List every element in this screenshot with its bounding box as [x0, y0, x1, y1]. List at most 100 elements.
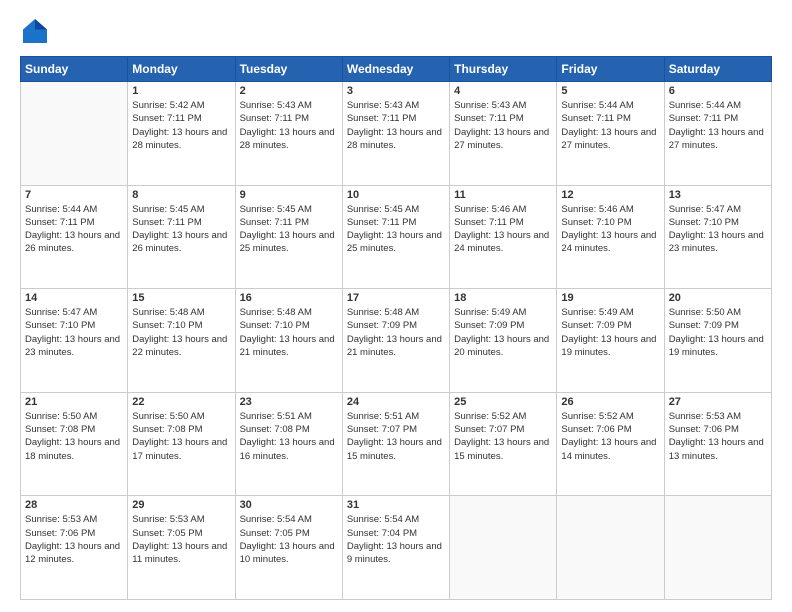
week-row-1: 1 Sunrise: 5:42 AM Sunset: 7:11 PM Daylight…: [21, 82, 772, 186]
calendar-cell: 5Sunrise: 5:44 AMSunset: 7:11 PMDaylight…: [557, 82, 664, 186]
sunset-text: Sunset: 7:08 PM: [25, 423, 123, 436]
weekday-header-row: SundayMondayTuesdayWednesdayThursdayFrid…: [21, 57, 772, 82]
daylight-text: Daylight: 13 hours and 25 minutes.: [240, 229, 338, 256]
sunrise-text: Sunrise: 5:51 AM: [347, 410, 445, 423]
day-number: 20: [669, 292, 767, 304]
calendar-cell: 12Sunrise: 5:46 AMSunset: 7:10 PMDayligh…: [557, 185, 664, 289]
weekday-header-monday: Monday: [128, 57, 235, 82]
sunset-text: Sunset: 7:09 PM: [669, 319, 767, 332]
sunrise-text: Sunrise: 5:42 AM: [132, 99, 230, 112]
sunrise-text: Sunrise: 5:47 AM: [669, 203, 767, 216]
sunrise-text: Sunrise: 5:43 AM: [347, 99, 445, 112]
sunrise-text: Sunrise: 5:50 AM: [25, 410, 123, 423]
calendar-cell: 10Sunrise: 5:45 AMSunset: 7:11 PMDayligh…: [342, 185, 449, 289]
sunset-text: Sunset: 7:05 PM: [132, 527, 230, 540]
sunset-text: Sunset: 7:11 PM: [240, 216, 338, 229]
sunrise-text: Sunrise: 5:44 AM: [25, 203, 123, 216]
calendar-cell: [557, 496, 664, 600]
sunrise-text: Sunrise: 5:49 AM: [561, 306, 659, 319]
sunrise-text: Sunrise: 5:45 AM: [240, 203, 338, 216]
daylight-text: Daylight: 13 hours and 22 minutes.: [132, 333, 230, 360]
sunset-text: Sunset: 7:11 PM: [25, 216, 123, 229]
day-number: 25: [454, 396, 552, 408]
sunrise-text: Sunrise: 5:52 AM: [454, 410, 552, 423]
daylight-text: Daylight: 13 hours and 12 minutes.: [25, 540, 123, 567]
calendar-cell: 14Sunrise: 5:47 AMSunset: 7:10 PMDayligh…: [21, 289, 128, 393]
day-number: 23: [240, 396, 338, 408]
sunset-text: Sunset: 7:11 PM: [240, 112, 338, 125]
sunset-text: Sunset: 7:09 PM: [347, 319, 445, 332]
sunset-text: Sunset: 7:11 PM: [561, 112, 659, 125]
daylight-text: Daylight: 13 hours and 25 minutes.: [347, 229, 445, 256]
calendar-cell: [21, 82, 128, 186]
daylight-text: Daylight: 13 hours and 18 minutes.: [25, 436, 123, 463]
daylight-text: Daylight: 13 hours and 23 minutes.: [669, 229, 767, 256]
day-number: 16: [240, 292, 338, 304]
day-number: 22: [132, 396, 230, 408]
sunset-text: Sunset: 7:11 PM: [454, 112, 552, 125]
day-number: 30: [240, 499, 338, 511]
sunrise-text: Sunrise: 5:48 AM: [132, 306, 230, 319]
page: SundayMondayTuesdayWednesdayThursdayFrid…: [0, 0, 792, 612]
calendar-cell: 21Sunrise: 5:50 AMSunset: 7:08 PMDayligh…: [21, 392, 128, 496]
weekday-header-tuesday: Tuesday: [235, 57, 342, 82]
day-number: 1: [132, 85, 230, 97]
weekday-header-wednesday: Wednesday: [342, 57, 449, 82]
sunrise-text: Sunrise: 5:45 AM: [347, 203, 445, 216]
daylight-text: Daylight: 13 hours and 10 minutes.: [240, 540, 338, 567]
sunrise-text: Sunrise: 5:46 AM: [561, 203, 659, 216]
daylight-text: Daylight: 13 hours and 23 minutes.: [25, 333, 123, 360]
sunrise-text: Sunrise: 5:54 AM: [240, 513, 338, 526]
sunset-text: Sunset: 7:05 PM: [240, 527, 338, 540]
day-number: 31: [347, 499, 445, 511]
weekday-header-saturday: Saturday: [664, 57, 771, 82]
sunset-text: Sunset: 7:04 PM: [347, 527, 445, 540]
sunset-text: Sunset: 7:06 PM: [25, 527, 123, 540]
daylight-text: Daylight: 13 hours and 19 minutes.: [669, 333, 767, 360]
calendar-cell: 27Sunrise: 5:53 AMSunset: 7:06 PMDayligh…: [664, 392, 771, 496]
calendar-cell: 24Sunrise: 5:51 AMSunset: 7:07 PMDayligh…: [342, 392, 449, 496]
calendar-cell: 23Sunrise: 5:51 AMSunset: 7:08 PMDayligh…: [235, 392, 342, 496]
daylight-text: Daylight: 13 hours and 27 minutes.: [669, 126, 767, 153]
sunset-text: Sunset: 7:11 PM: [454, 216, 552, 229]
day-number: 14: [25, 292, 123, 304]
weekday-header-friday: Friday: [557, 57, 664, 82]
day-number: 9: [240, 189, 338, 201]
calendar-cell: 15 Sunrise: 5:48 AMSunset: 7:10 PMDayligh…: [128, 289, 235, 393]
calendar-cell: 9 Sunrise: 5:45 AMSunset: 7:11 PMDaylight…: [235, 185, 342, 289]
calendar-cell: [664, 496, 771, 600]
daylight-text: Daylight: 13 hours and 11 minutes.: [132, 540, 230, 567]
calendar-cell: 20 Sunrise: 5:50 AMSunset: 7:09 PMDayligh…: [664, 289, 771, 393]
calendar-cell: 3Sunrise: 5:43 AMSunset: 7:11 PMDaylight…: [342, 82, 449, 186]
sunrise-text: Sunrise: 5:50 AM: [132, 410, 230, 423]
calendar-cell: 28Sunrise: 5:53 AMSunset: 7:06 PMDayligh…: [21, 496, 128, 600]
calendar-cell: 7Sunrise: 5:44 AMSunset: 7:11 PMDaylight…: [21, 185, 128, 289]
day-number: 15: [132, 292, 230, 304]
day-number: 12: [561, 189, 659, 201]
sunrise-text: Sunrise: 5:49 AM: [454, 306, 552, 319]
sunset-text: Sunset: 7:07 PM: [347, 423, 445, 436]
weekday-header-sunday: Sunday: [21, 57, 128, 82]
sunrise-text: Sunrise: 5:43 AM: [454, 99, 552, 112]
day-number: 19: [561, 292, 659, 304]
week-row-4: 21Sunrise: 5:50 AMSunset: 7:08 PMDayligh…: [21, 392, 772, 496]
sunset-text: Sunset: 7:09 PM: [561, 319, 659, 332]
sunset-text: Sunset: 7:10 PM: [132, 319, 230, 332]
sunset-text: Sunset: 7:10 PM: [25, 319, 123, 332]
sunrise-text: Sunrise: 5:44 AM: [669, 99, 767, 112]
calendar-cell: 6Sunrise: 5:44 AMSunset: 7:11 PMDaylight…: [664, 82, 771, 186]
day-number: 5: [561, 85, 659, 97]
day-number: 8: [132, 189, 230, 201]
day-number: 13: [669, 189, 767, 201]
sunrise-text: Sunrise: 5:51 AM: [240, 410, 338, 423]
calendar-cell: 19Sunrise: 5:49 AMSunset: 7:09 PMDayligh…: [557, 289, 664, 393]
sunrise-text: Sunrise: 5:45 AM: [132, 203, 230, 216]
daylight-text: Daylight: 13 hours and 26 minutes.: [132, 229, 230, 256]
day-number: 2: [240, 85, 338, 97]
logo-icon: [20, 16, 50, 46]
sunrise-text: Sunrise: 5:50 AM: [669, 306, 767, 319]
day-number: 27: [669, 396, 767, 408]
calendar-cell: 8Sunrise: 5:45 AMSunset: 7:11 PMDaylight…: [128, 185, 235, 289]
calendar-cell: [450, 496, 557, 600]
sunset-text: Sunset: 7:08 PM: [132, 423, 230, 436]
